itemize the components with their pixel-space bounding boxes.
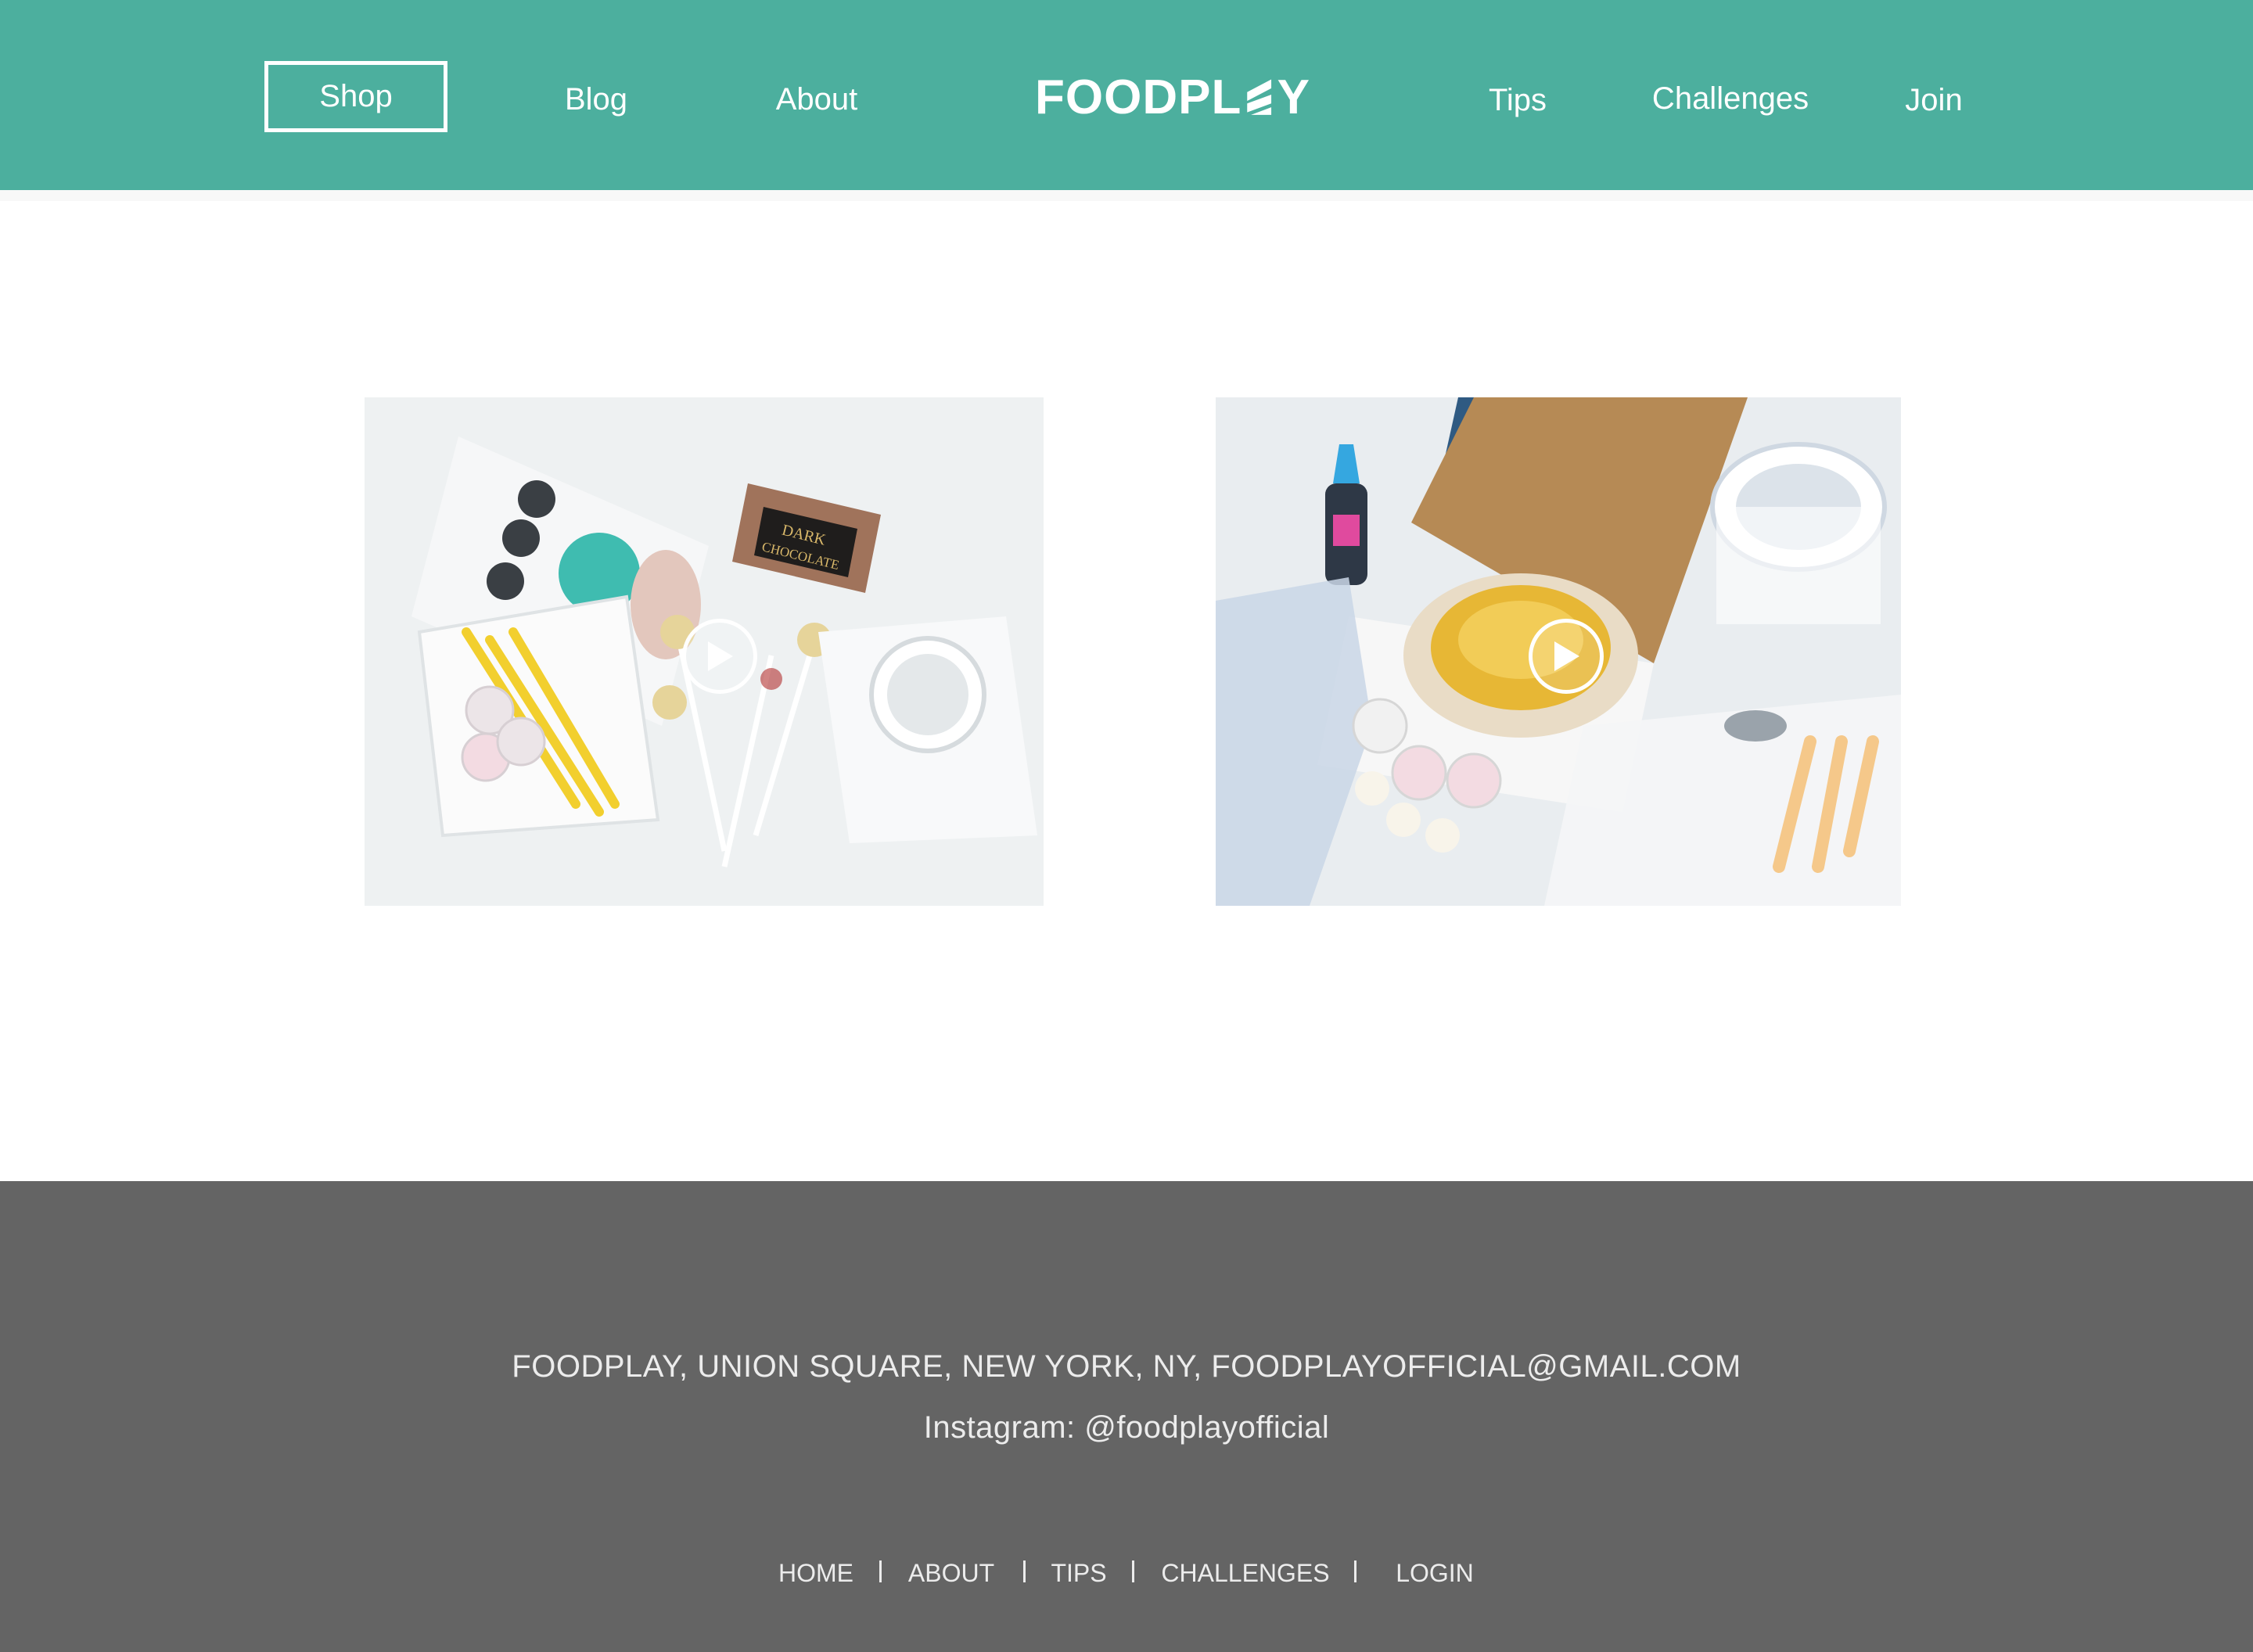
nav-blog-link[interactable]: Blog xyxy=(565,84,627,115)
nav-tips-link[interactable]: Tips xyxy=(1489,84,1547,116)
video-card-cake-pop-kit[interactable]: DARK CHOCOLATE xyxy=(365,397,1044,906)
footer-nav: HOME ABOUT TIPS CHALLENGES LOGIN xyxy=(0,1560,2253,1592)
site-header: Shop Blog About FOODPL Y Tips Challenges… xyxy=(0,0,2253,190)
header-divider xyxy=(0,190,2253,201)
footer-nav-about[interactable]: ABOUT xyxy=(908,1560,994,1586)
nav-shop-label: Shop xyxy=(319,79,393,113)
footer-separator xyxy=(1023,1560,1026,1582)
footer-nav-home[interactable]: HOME xyxy=(778,1560,853,1586)
nav-challenges-link[interactable]: Challenges xyxy=(1652,83,1809,114)
logo-text-left: FOODPL xyxy=(1035,70,1242,124)
footer-nav-challenges[interactable]: CHALLENGES xyxy=(1161,1560,1329,1586)
footer-nav-tips[interactable]: TIPS xyxy=(1051,1560,1106,1586)
play-icon xyxy=(708,641,733,671)
nav-shop-button[interactable]: Shop xyxy=(264,61,447,132)
footer-address: FOODPLAY, UNION SQUARE, NEW YORK, NY, FO… xyxy=(512,1349,1741,1384)
footer-separator xyxy=(1354,1560,1356,1582)
play-button[interactable] xyxy=(1529,619,1604,694)
play-button[interactable] xyxy=(682,619,757,694)
footer-nav-login[interactable]: LOGIN xyxy=(1396,1560,1474,1586)
logo-text-right: Y xyxy=(1277,70,1310,124)
foodplay-logo[interactable]: FOODPL Y xyxy=(1035,74,1310,122)
play-icon xyxy=(1554,641,1579,671)
footer-separator xyxy=(879,1560,882,1582)
footer-instagram[interactable]: Instagram: @foodplayofficial xyxy=(0,1412,2253,1443)
footer-separator xyxy=(1132,1560,1134,1582)
logo-slice-icon xyxy=(1247,79,1272,115)
nav-join-link[interactable]: Join xyxy=(1905,84,1962,116)
video-card-cake-box[interactable] xyxy=(1216,397,1901,906)
nav-about-link[interactable]: About xyxy=(776,84,858,115)
